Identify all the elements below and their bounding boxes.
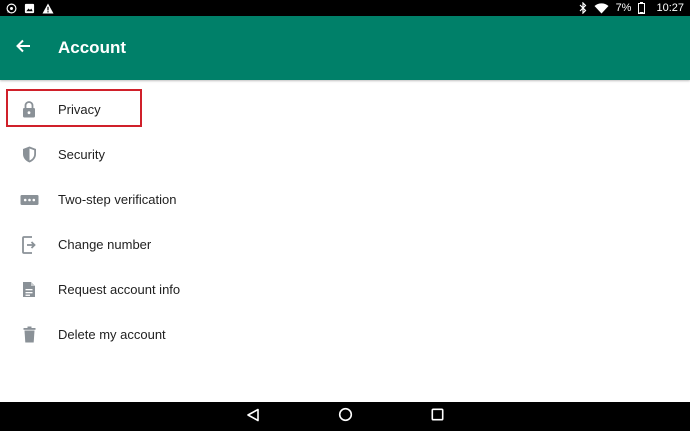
nav-back-button[interactable] <box>243 407 263 427</box>
battery-icon <box>638 2 646 14</box>
back-triangle-icon <box>246 408 260 427</box>
dots-password-icon <box>19 190 39 210</box>
navigation-bar <box>0 402 690 431</box>
menu-item-two-step-verification[interactable]: Two-step verification <box>0 177 690 222</box>
trash-icon <box>19 325 39 345</box>
account-settings-list: Privacy Security Two-step verification C… <box>0 87 690 357</box>
nav-recents-button[interactable] <box>427 407 447 427</box>
menu-item-security[interactable]: Security <box>0 132 690 177</box>
status-time: 10:27 <box>656 2 684 14</box>
phone-change-icon <box>19 235 39 255</box>
status-right-icons: 7% 10:27 <box>579 2 684 14</box>
recents-square-icon <box>430 408 444 426</box>
status-bar: 7% 10:27 <box>0 0 690 16</box>
bluetooth-icon <box>579 2 587 14</box>
battery-percent: 7% <box>615 2 632 14</box>
menu-item-delete-my-account[interactable]: Delete my account <box>0 312 690 357</box>
nav-home-button[interactable] <box>335 407 355 427</box>
menu-item-change-number[interactable]: Change number <box>0 222 690 267</box>
menu-item-label: Delete my account <box>58 327 166 342</box>
back-button[interactable] <box>1 26 45 70</box>
menu-item-label: Two-step verification <box>58 192 177 207</box>
highlight-box <box>6 89 142 127</box>
warning-icon <box>42 3 54 14</box>
menu-item-privacy[interactable]: Privacy <box>0 87 690 132</box>
wifi-icon <box>594 2 609 14</box>
menu-item-request-account-info[interactable]: Request account info <box>0 267 690 312</box>
menu-item-label: Security <box>58 147 105 162</box>
app-bar: Account <box>0 16 690 80</box>
menu-item-label: Request account info <box>58 282 181 297</box>
document-icon <box>19 280 39 300</box>
arrow-left-icon <box>15 38 31 59</box>
whatsapp-icon <box>6 3 17 14</box>
menu-item-label: Change number <box>58 237 152 252</box>
shield-icon <box>19 145 39 165</box>
status-left-icons <box>6 3 54 14</box>
image-icon <box>24 3 35 14</box>
home-circle-icon <box>338 407 353 427</box>
page-title: Account <box>58 38 126 57</box>
